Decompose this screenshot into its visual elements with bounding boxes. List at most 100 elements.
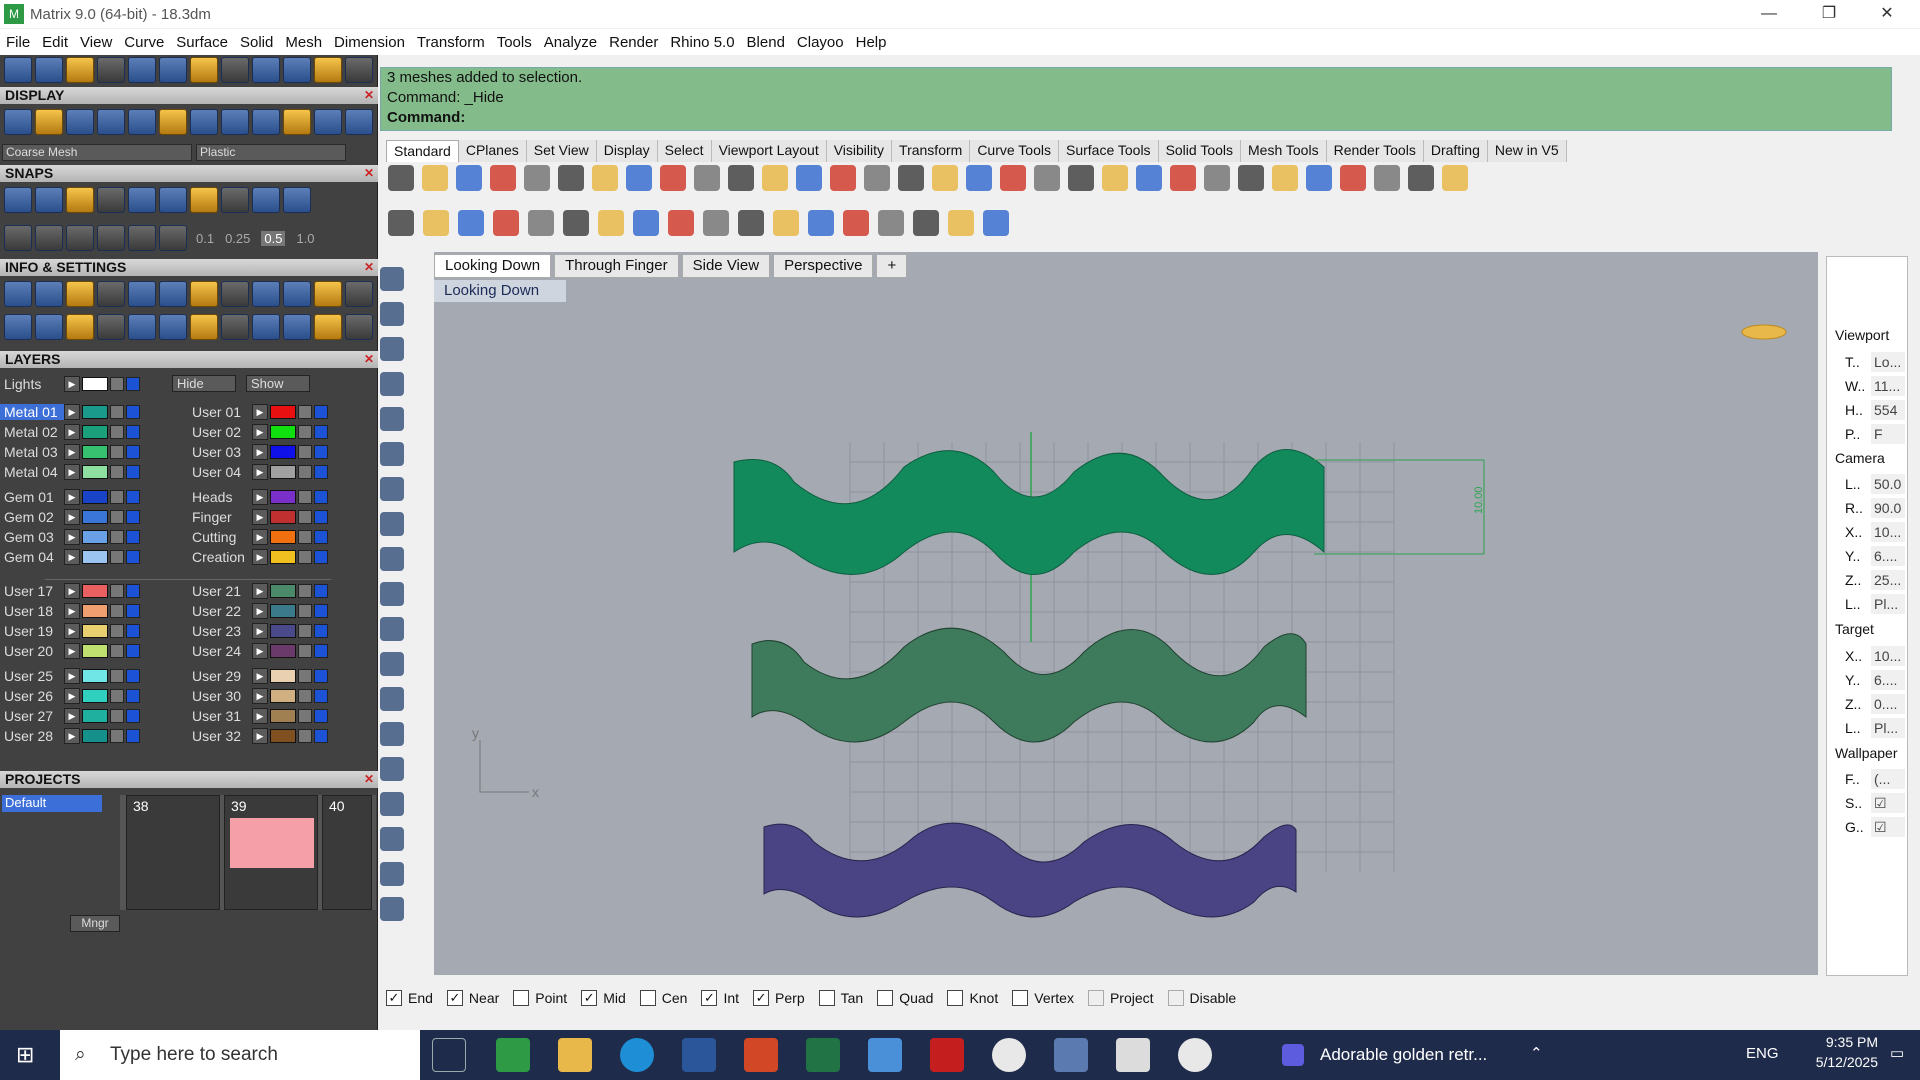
lock-icon[interactable] xyxy=(298,688,312,703)
expand-arrow-icon[interactable]: ▶ xyxy=(64,582,80,599)
hide-button[interactable]: Hide xyxy=(172,375,236,392)
layer-name[interactable]: Heads xyxy=(188,489,252,505)
tool-button-icon[interactable] xyxy=(128,187,156,213)
checkbox[interactable] xyxy=(1012,990,1029,1006)
layer-row[interactable]: User 25 ▶ xyxy=(0,666,142,685)
layer-row[interactable]: User 23 ▶ xyxy=(188,621,330,640)
side-tool-icon[interactable] xyxy=(380,827,404,851)
side-tool-icon[interactable] xyxy=(380,792,404,816)
checkbox[interactable]: ✓ xyxy=(581,990,598,1006)
layer-name[interactable]: Metal 03 xyxy=(0,444,64,460)
visibility-icon[interactable] xyxy=(126,643,140,658)
toolbar-icon[interactable] xyxy=(388,210,414,236)
osnap-option[interactable]: Tan xyxy=(818,990,863,1006)
menu-item[interactable]: Blend xyxy=(747,34,785,51)
checkbox[interactable]: ✓ xyxy=(701,990,718,1006)
tool-button-icon[interactable] xyxy=(252,109,280,135)
tool-button-icon[interactable] xyxy=(128,109,156,135)
checkbox[interactable]: ✓ xyxy=(386,990,402,1006)
toolbar-icon[interactable] xyxy=(1408,165,1434,191)
layer-color-swatch[interactable] xyxy=(82,623,108,638)
expand-arrow-icon[interactable]: ▶ xyxy=(252,727,268,744)
side-tool-icon[interactable] xyxy=(380,862,404,886)
layer-row[interactable]: Gem 02 ▶ xyxy=(0,507,142,526)
lock-icon[interactable] xyxy=(110,623,124,638)
tool-button-icon[interactable] xyxy=(221,57,249,83)
close-icon[interactable]: ✕ xyxy=(364,351,374,368)
layer-name[interactable]: User 32 xyxy=(188,728,252,744)
toolbar-icon[interactable] xyxy=(456,165,482,191)
grid-icon[interactable] xyxy=(4,225,32,251)
project-default[interactable]: Default xyxy=(2,795,102,812)
tool-button-icon[interactable] xyxy=(97,57,125,83)
tool-button-icon[interactable] xyxy=(128,57,156,83)
layer-color-swatch[interactable] xyxy=(270,464,296,479)
toolbar-icon[interactable] xyxy=(1000,165,1026,191)
toolbar-icon[interactable] xyxy=(913,210,939,236)
expand-arrow-icon[interactable]: ▶ xyxy=(252,602,268,619)
matrix-app-icon[interactable] xyxy=(496,1038,530,1072)
toolbar-icon[interactable] xyxy=(808,210,834,236)
layer-color-swatch[interactable] xyxy=(270,404,296,419)
tool-button-icon[interactable] xyxy=(4,109,32,135)
layer-color-swatch[interactable] xyxy=(82,424,108,439)
layer-color-swatch[interactable] xyxy=(270,489,296,504)
tool-button-icon[interactable] xyxy=(252,314,280,340)
tab[interactable]: Visibility xyxy=(826,140,893,162)
display-mode-select[interactable]: Coarse Mesh xyxy=(2,144,192,161)
toolbar-icon[interactable] xyxy=(1306,165,1332,191)
property-row[interactable]: H.. 554 xyxy=(1845,400,1905,420)
layer-name[interactable]: User 03 xyxy=(188,444,252,460)
property-row[interactable]: L.. 50.0 xyxy=(1845,474,1905,494)
menu-item[interactable]: Transform xyxy=(417,34,485,51)
toolbar-icon[interactable] xyxy=(1102,165,1128,191)
lock-icon[interactable] xyxy=(298,603,312,618)
visibility-icon[interactable] xyxy=(126,728,140,743)
thumbnail-40[interactable]: 40 xyxy=(322,795,372,910)
visibility-icon[interactable] xyxy=(314,444,328,459)
side-tool-icon[interactable] xyxy=(380,267,404,291)
toolbar-icon[interactable] xyxy=(796,165,822,191)
side-tool-icon[interactable] xyxy=(380,687,404,711)
lock-icon[interactable] xyxy=(110,376,124,391)
tab[interactable]: Drafting xyxy=(1423,140,1488,162)
menu-item[interactable]: Curve xyxy=(124,34,164,51)
menu-item[interactable]: Mesh xyxy=(285,34,322,51)
lock-icon[interactable] xyxy=(110,509,124,524)
layer-row[interactable]: User 03 ▶ xyxy=(188,442,330,461)
tool-button-icon[interactable] xyxy=(190,281,218,307)
side-tool-icon[interactable] xyxy=(380,442,404,466)
side-tool-icon[interactable] xyxy=(380,407,404,431)
word-icon[interactable] xyxy=(682,1038,716,1072)
layer-color-swatch[interactable] xyxy=(270,529,296,544)
expand-arrow-icon[interactable]: ▶ xyxy=(64,528,80,545)
visibility-icon[interactable] xyxy=(126,583,140,598)
menu-item[interactable]: Tools xyxy=(497,34,532,51)
tool-button-icon[interactable] xyxy=(283,109,311,135)
windows-start-icon[interactable]: ⊞ xyxy=(16,1043,40,1067)
property-row[interactable]: L.. Pl... xyxy=(1845,718,1905,738)
layer-row[interactable]: User 28 ▶ xyxy=(0,726,142,745)
tool-button-icon[interactable] xyxy=(252,187,280,213)
osnap-option[interactable]: ✓ Near xyxy=(446,990,499,1006)
layer-color-swatch[interactable] xyxy=(270,424,296,439)
toolbar-icon[interactable] xyxy=(524,165,550,191)
expand-arrow-icon[interactable]: ▶ xyxy=(64,548,80,565)
expand-arrow-icon[interactable]: ▶ xyxy=(64,463,80,480)
menu-item[interactable]: Rhino 5.0 xyxy=(670,34,734,51)
side-tool-icon[interactable] xyxy=(380,722,404,746)
tool-button-icon[interactable] xyxy=(252,281,280,307)
property-value[interactable]: Lo... xyxy=(1871,352,1905,372)
tool-button-icon[interactable] xyxy=(35,314,63,340)
tool-button-icon[interactable] xyxy=(4,187,32,213)
expand-arrow-icon[interactable]: ▶ xyxy=(252,642,268,659)
expand-arrow-icon[interactable]: ▶ xyxy=(252,707,268,724)
lock-icon[interactable] xyxy=(298,404,312,419)
snap-value-3[interactable]: 0.5 xyxy=(261,230,286,246)
tool-button-icon[interactable] xyxy=(345,314,373,340)
tool-button-icon[interactable] xyxy=(345,57,373,83)
layer-name[interactable]: Gem 04 xyxy=(0,549,64,565)
layer-row[interactable]: User 04 ▶ xyxy=(188,462,330,481)
layer-row[interactable]: Gem 04 ▶ xyxy=(0,547,142,566)
expand-arrow-icon[interactable]: ▶ xyxy=(64,403,80,420)
